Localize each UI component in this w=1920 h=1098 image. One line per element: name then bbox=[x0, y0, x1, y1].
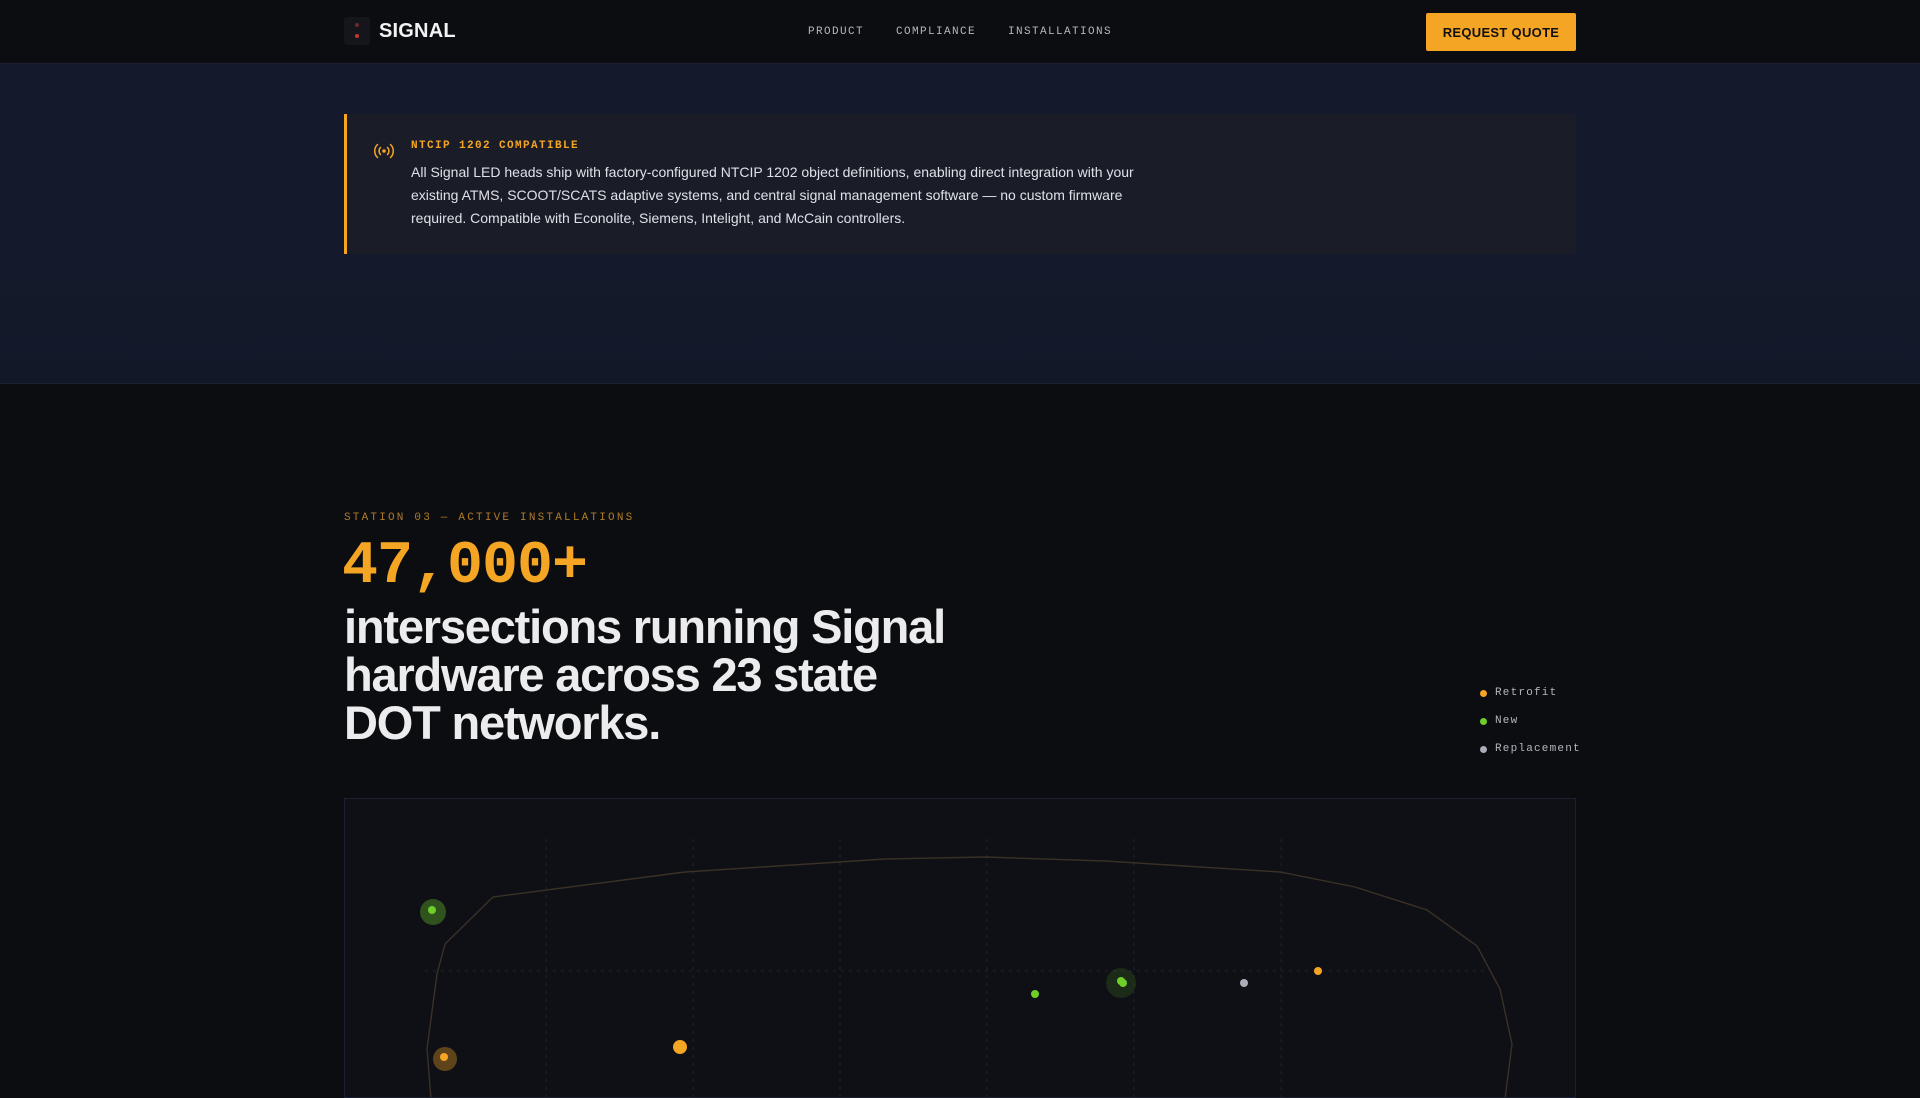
map-legend: Retrofit New Replacement bbox=[1480, 679, 1581, 763]
legend-label: New bbox=[1495, 715, 1519, 727]
legend-label: Retrofit bbox=[1495, 687, 1558, 699]
brand-name: SIGNAL bbox=[379, 19, 456, 42]
legend-item-new: New bbox=[1480, 707, 1581, 735]
country-outline bbox=[426, 856, 1513, 1097]
notice-body: All Signal LED heads ship with factory-c… bbox=[411, 164, 1134, 226]
map-grid bbox=[425, 839, 1485, 1097]
ntcip-notice: NTCIP 1202 COMPATIBLE All Signal LED hea… bbox=[344, 114, 1576, 254]
nav-link-compliance[interactable]: COMPLIANCE bbox=[896, 26, 976, 38]
top-nav: SIGNAL PRODUCT COMPLIANCE INSTALLATIONS … bbox=[0, 0, 1920, 64]
traffic-light-icon bbox=[344, 17, 370, 45]
legend-dot-replacement bbox=[1480, 745, 1487, 753]
new-site[interactable] bbox=[420, 899, 446, 925]
us-map-graphic bbox=[420, 839, 1513, 1097]
retrofit-site[interactable] bbox=[1314, 967, 1322, 975]
installations-count: 47,000+ bbox=[342, 533, 588, 601]
notice-title: NTCIP 1202 COMPATIBLE bbox=[411, 140, 580, 152]
installations-headline: intersections running Signal hardware ac… bbox=[344, 600, 946, 749]
legend-dot-new bbox=[1480, 717, 1487, 725]
legend-item-replacement: Replacement bbox=[1480, 735, 1581, 763]
nav-link-product[interactable]: PRODUCT bbox=[808, 26, 864, 38]
retrofit-site[interactable] bbox=[673, 1040, 687, 1054]
request-quote-button[interactable]: REQUEST QUOTE bbox=[1426, 13, 1576, 51]
compatibility-band: NTCIP 1202 COMPATIBLE All Signal LED hea… bbox=[0, 64, 1920, 384]
retrofit-site[interactable] bbox=[433, 1047, 457, 1071]
replacement-site[interactable] bbox=[1240, 979, 1248, 987]
legend-label: Replacement bbox=[1495, 743, 1581, 755]
new-site-large-halo[interactable] bbox=[1106, 968, 1136, 998]
installations-map[interactable] bbox=[344, 798, 1576, 1098]
legend-dot-retrofit bbox=[1480, 689, 1487, 697]
broadcast-icon bbox=[373, 143, 395, 159]
new-site-small[interactable] bbox=[1031, 990, 1039, 998]
legend-item-retrofit: Retrofit bbox=[1480, 679, 1581, 707]
nav-link-installations[interactable]: INSTALLATIONS bbox=[1008, 26, 1112, 38]
section-eyebrow: STATION 03 — ACTIVE INSTALLATIONS bbox=[344, 512, 635, 524]
nav-links: PRODUCT COMPLIANCE INSTALLATIONS bbox=[0, 0, 1920, 64]
brand-logo[interactable]: SIGNAL bbox=[344, 17, 456, 45]
